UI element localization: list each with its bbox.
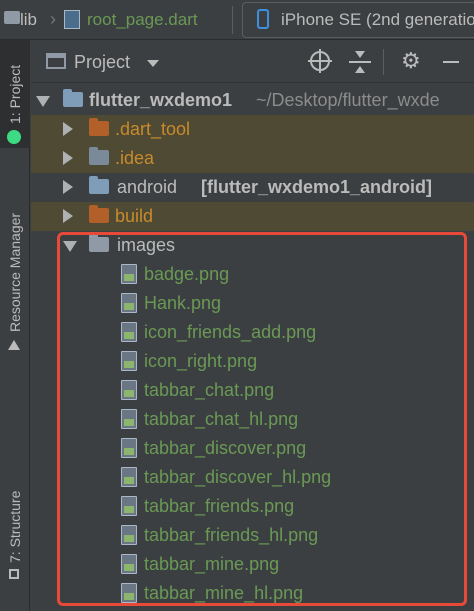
file-label: tabbar_mine_hl.png <box>144 583 304 603</box>
module-name: [flutter_wxdemo1_android] <box>201 177 433 197</box>
file-label: tabbar_chat.png <box>144 380 275 400</box>
image-file-icon <box>121 438 137 458</box>
file-label: icon_right.png <box>144 351 258 371</box>
image-file-icon <box>121 496 137 516</box>
file-row[interactable]: tabbar_mine.png <box>31 550 474 579</box>
tree-row-dart-tool[interactable]: .dart_tool <box>31 115 474 144</box>
structure-tab[interactable]: 7: Structure <box>0 465 30 595</box>
project-panel-header: Project ⚙ <box>31 41 474 83</box>
image-file-icon <box>121 380 137 400</box>
expand-arrow-icon[interactable] <box>63 122 73 136</box>
file-label: tabbar_discover_hl.png <box>144 467 332 487</box>
structure-icon <box>9 569 19 579</box>
settings-folder-icon <box>89 147 109 165</box>
file-label: tabbar_friends.png <box>144 496 295 516</box>
tree-row-images[interactable]: images <box>31 231 474 260</box>
folder-label: .dart_tool <box>115 119 191 139</box>
folder-label: .idea <box>115 148 155 168</box>
image-file-icon <box>121 554 137 574</box>
file-label: tabbar_chat_hl.png <box>144 409 299 429</box>
file-label: tabbar_mine.png <box>144 554 280 574</box>
file-row[interactable]: tabbar_chat_hl.png <box>31 405 474 434</box>
file-row[interactable]: Hank.png <box>31 289 474 318</box>
expand-arrow-icon[interactable] <box>63 241 77 252</box>
excluded-folder-icon <box>89 118 109 136</box>
root-name: flutter_wxdemo1 <box>89 90 233 110</box>
excluded-folder-icon <box>89 205 109 223</box>
module-folder-icon <box>89 176 109 194</box>
file-label: tabbar_discover.png <box>144 438 307 458</box>
separator <box>232 6 233 34</box>
collapse-all-icon[interactable] <box>349 51 371 73</box>
file-row[interactable]: tabbar_discover_hl.png <box>31 463 474 492</box>
file-label: icon_friends_add.png <box>144 322 317 342</box>
resource-manager-label: Resource Manager <box>7 212 23 332</box>
project-tab-label: 1: Project <box>7 64 23 124</box>
image-file-icon <box>121 525 137 545</box>
folder-icon <box>4 11 20 24</box>
resource-manager-icon <box>8 340 20 350</box>
file-row[interactable]: tabbar_friends.png <box>31 492 474 521</box>
phone-icon <box>257 9 269 29</box>
tree-row-build[interactable]: build <box>31 202 474 231</box>
file-row[interactable]: tabbar_friends_hl.png <box>31 521 474 550</box>
folder-icon <box>89 234 109 252</box>
file-label: badge.png <box>144 264 230 284</box>
expand-arrow-icon[interactable] <box>63 151 73 165</box>
file-row[interactable]: icon_friends_add.png <box>31 318 474 347</box>
panel-divider <box>383 49 384 75</box>
file-row[interactable]: icon_right.png <box>31 347 474 376</box>
project-tool-tab[interactable]: 1: Project <box>0 40 30 148</box>
image-file-icon <box>121 467 137 487</box>
image-file-icon <box>121 293 137 313</box>
module-folder-icon <box>63 89 83 107</box>
locate-file-icon[interactable] <box>308 49 332 73</box>
hide-panel-icon[interactable] <box>443 61 459 63</box>
file-row[interactable]: tabbar_chat.png <box>31 376 474 405</box>
file-row[interactable]: tabbar_mine_hl.png <box>31 579 474 608</box>
tree-row-idea[interactable]: .idea <box>31 144 474 173</box>
image-file-icon <box>121 264 137 284</box>
dropdown-arrow-icon[interactable] <box>147 60 159 67</box>
tree-row-android[interactable]: android [flutter_wxdemo1_android] <box>31 173 474 202</box>
navigation-bar: lib › root_page.dart iPhone SE (2nd gene… <box>0 0 474 40</box>
file-label: tabbar_friends_hl.png <box>144 525 319 545</box>
file-row[interactable]: badge.png <box>31 260 474 289</box>
project-view-icon <box>46 53 66 69</box>
chevron-right-icon: › <box>50 9 56 29</box>
project-tree: flutter_wxdemo1 ~/Desktop/flutter_wxde .… <box>31 83 474 611</box>
expand-arrow-icon[interactable] <box>36 96 50 107</box>
breadcrumb-lib[interactable]: lib <box>20 10 37 30</box>
image-file-icon <box>121 351 137 371</box>
gear-icon[interactable]: ⚙ <box>401 48 421 74</box>
device-selector[interactable]: iPhone SE (2nd generation <box>242 2 474 38</box>
panel-title[interactable]: Project <box>74 52 130 73</box>
file-row[interactable]: tabbar_discover.png <box>31 434 474 463</box>
resource-manager-tab[interactable]: Resource Manager <box>0 180 30 360</box>
folder-label: build <box>115 206 154 226</box>
file-label: Hank.png <box>144 293 222 313</box>
image-file-icon <box>121 322 137 342</box>
android-icon <box>7 130 21 144</box>
device-label: iPhone SE (2nd generation <box>281 10 474 29</box>
folder-label: images <box>117 235 176 255</box>
expand-arrow-icon[interactable] <box>63 209 73 223</box>
folder-label: android <box>117 177 178 197</box>
breadcrumb-file[interactable]: root_page.dart <box>87 10 198 30</box>
image-file-icon <box>121 409 137 429</box>
tree-row-root[interactable]: flutter_wxdemo1 ~/Desktop/flutter_wxde <box>31 86 474 115</box>
expand-arrow-icon[interactable] <box>63 180 73 194</box>
structure-label: 7: Structure <box>7 490 23 563</box>
dart-file-icon <box>64 10 80 29</box>
image-file-icon <box>121 583 137 603</box>
root-path: ~/Desktop/flutter_wxde <box>256 90 440 110</box>
